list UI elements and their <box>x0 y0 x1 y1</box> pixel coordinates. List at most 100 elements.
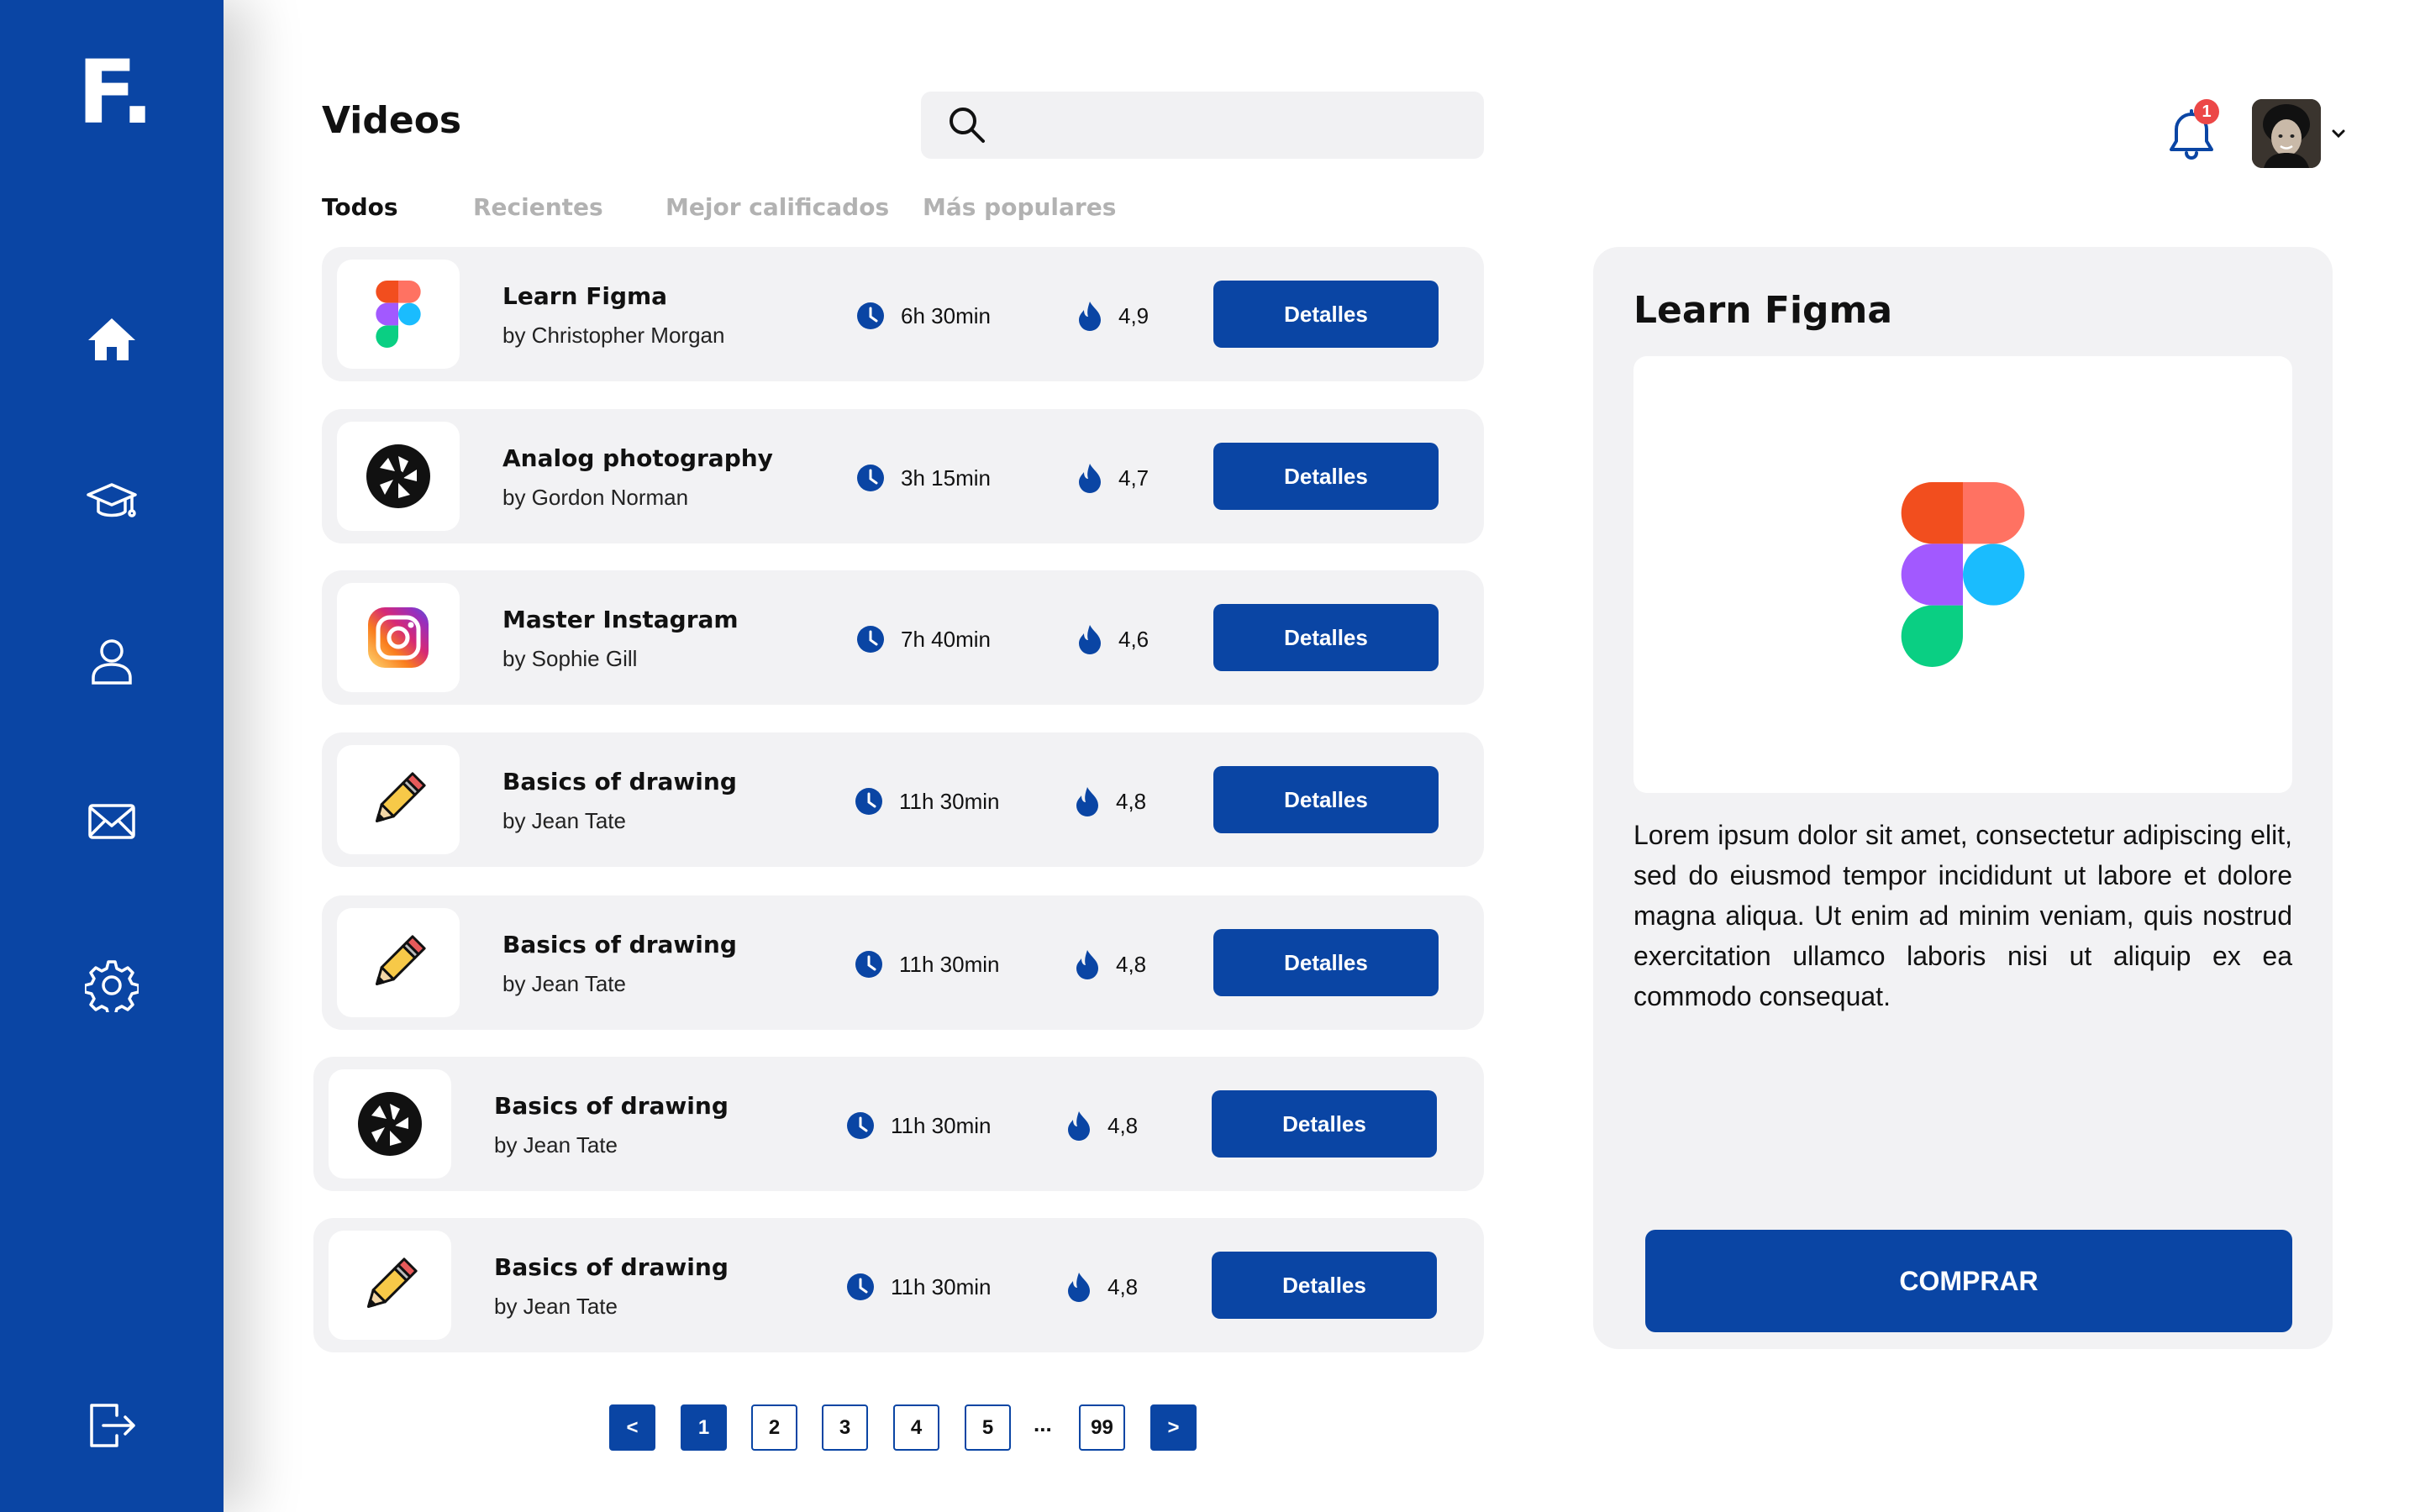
course-rating-value: 4,8 <box>1107 1112 1139 1138</box>
course-title[interactable]: Basics of drawing <box>494 1092 729 1120</box>
course-row: Learn Figma by Christopher Morgan 6h 30m… <box>322 247 1484 381</box>
details-button[interactable]: Detalles <box>1213 929 1439 996</box>
page-button-5[interactable]: 5 <box>965 1404 1011 1451</box>
flame-icon <box>1068 1111 1090 1141</box>
clock-icon <box>857 465 884 491</box>
clock-icon <box>847 1112 874 1139</box>
course-rating: 4,6 <box>1078 624 1149 654</box>
course-title[interactable]: Basics of drawing <box>502 768 737 795</box>
buy-button[interactable]: COMPRAR <box>1645 1230 2292 1332</box>
course-duration: 11h 30min <box>854 949 1000 979</box>
pencil-icon <box>337 908 460 1017</box>
page-button-4[interactable]: 4 <box>893 1404 939 1451</box>
course-row: Basics of drawing by Jean Tate 11h 30min… <box>322 895 1484 1030</box>
gear-icon[interactable] <box>82 956 141 1015</box>
course-row: Analog photography by Gordon Norman 3h 1… <box>322 409 1484 543</box>
course-author: by Sophie Gill <box>502 646 638 671</box>
course-rating: 4,8 <box>1076 786 1146 816</box>
course-row: Basics of drawing by Jean Tate 11h 30min… <box>322 732 1484 867</box>
course-duration: 6h 30min <box>855 301 991 331</box>
search-input[interactable] <box>1003 100 1484 150</box>
tab-mas-populares[interactable]: Más populares <box>923 193 1116 221</box>
course-rating-value: 4,8 <box>1116 951 1147 977</box>
prev-page-button[interactable]: < <box>609 1404 655 1451</box>
course-duration-value: 3h 15min <box>901 465 991 491</box>
course-rating: 4,8 <box>1076 949 1146 979</box>
course-rating-value: 4,7 <box>1118 465 1150 491</box>
tab-todos[interactable]: Todos <box>322 193 398 221</box>
pencil-icon <box>329 1231 451 1340</box>
flame-icon <box>1079 625 1101 654</box>
home-icon[interactable] <box>82 311 141 370</box>
flame-icon <box>1076 950 1098 979</box>
user-icon[interactable] <box>82 632 141 690</box>
details-button[interactable]: Detalles <box>1213 281 1439 348</box>
course-duration: 11h 30min <box>854 786 1000 816</box>
clock-icon <box>857 302 884 329</box>
course-rating-value: 4,6 <box>1118 626 1150 652</box>
course-title[interactable]: Analog photography <box>502 444 773 472</box>
course-duration-value: 11h 30min <box>891 1273 992 1299</box>
course-rating: 4,9 <box>1078 301 1149 331</box>
details-button[interactable]: Detalles <box>1212 1252 1437 1319</box>
graduation-cap-icon[interactable] <box>82 472 141 531</box>
clock-icon <box>857 626 884 653</box>
course-duration: 11h 30min <box>845 1272 992 1302</box>
details-button[interactable]: Detalles <box>1213 604 1439 671</box>
course-duration-value: 11h 30min <box>891 1112 992 1138</box>
course-rating-value: 4,8 <box>1107 1273 1139 1299</box>
flame-icon <box>1068 1273 1090 1302</box>
course-duration-value: 11h 30min <box>899 951 1000 977</box>
instagram-logo-icon <box>337 583 460 692</box>
course-duration-value: 11h 30min <box>899 788 1000 814</box>
pencil-icon <box>337 745 460 854</box>
avatar[interactable] <box>2252 99 2321 168</box>
course-rating: 4,7 <box>1078 463 1149 493</box>
search-bar[interactable] <box>921 92 1484 159</box>
page-title: Videos <box>322 99 462 142</box>
sidebar: F. <box>0 0 224 1512</box>
course-title[interactable]: Basics of drawing <box>502 931 737 958</box>
course-author: by Jean Tate <box>502 971 626 996</box>
course-author: by Jean Tate <box>494 1132 618 1158</box>
course-title[interactable]: Master Instagram <box>502 606 739 633</box>
course-author: by Gordon Norman <box>502 485 689 510</box>
flame-icon <box>1079 302 1101 331</box>
page-button-2[interactable]: 2 <box>751 1404 797 1451</box>
course-rating: 4,8 <box>1067 1110 1138 1141</box>
course-title[interactable]: Learn Figma <box>502 282 667 310</box>
detail-title: Learn Figma <box>1634 289 1893 332</box>
page-button-1[interactable]: 1 <box>681 1404 727 1451</box>
tab-mejor-calificados[interactable]: Mejor calificados <box>666 193 889 221</box>
camera-aperture-icon <box>329 1069 451 1179</box>
page-button-99[interactable]: 99 <box>1079 1404 1125 1451</box>
details-button[interactable]: Detalles <box>1213 443 1439 510</box>
clock-icon <box>855 951 882 978</box>
page-button-3[interactable]: 3 <box>822 1404 868 1451</box>
mail-icon[interactable] <box>82 791 141 850</box>
search-icon <box>950 108 985 143</box>
course-author: by Jean Tate <box>502 808 626 833</box>
chevron-down-icon[interactable] <box>2329 124 2348 143</box>
course-title[interactable]: Basics of drawing <box>494 1253 729 1281</box>
course-rating-value: 4,9 <box>1118 302 1150 328</box>
course-row: Basics of drawing by Jean Tate 11h 30min… <box>313 1218 1484 1352</box>
figma-logo-icon <box>337 260 460 369</box>
next-page-button[interactable]: > <box>1150 1404 1197 1451</box>
course-duration: 3h 15min <box>855 463 991 493</box>
course-duration: 11h 30min <box>845 1110 992 1141</box>
details-button[interactable]: Detalles <box>1213 766 1439 833</box>
camera-aperture-icon <box>337 422 460 531</box>
course-rating: 4,8 <box>1067 1272 1138 1302</box>
detail-description: Lorem ipsum dolor sit amet, consectetur … <box>1634 820 2292 1011</box>
details-button[interactable]: Detalles <box>1212 1090 1437 1158</box>
course-duration-value: 6h 30min <box>901 302 991 328</box>
logout-icon[interactable] <box>82 1396 141 1455</box>
flame-icon <box>1076 787 1098 816</box>
notification-badge: 1 <box>2194 99 2219 124</box>
course-rating-value: 4,8 <box>1116 788 1147 814</box>
app-logo[interactable]: F. <box>77 49 154 136</box>
clock-icon <box>847 1273 874 1300</box>
course-row: Basics of drawing by Jean Tate 11h 30min… <box>313 1057 1484 1191</box>
tab-recientes[interactable]: Recientes <box>473 193 603 221</box>
